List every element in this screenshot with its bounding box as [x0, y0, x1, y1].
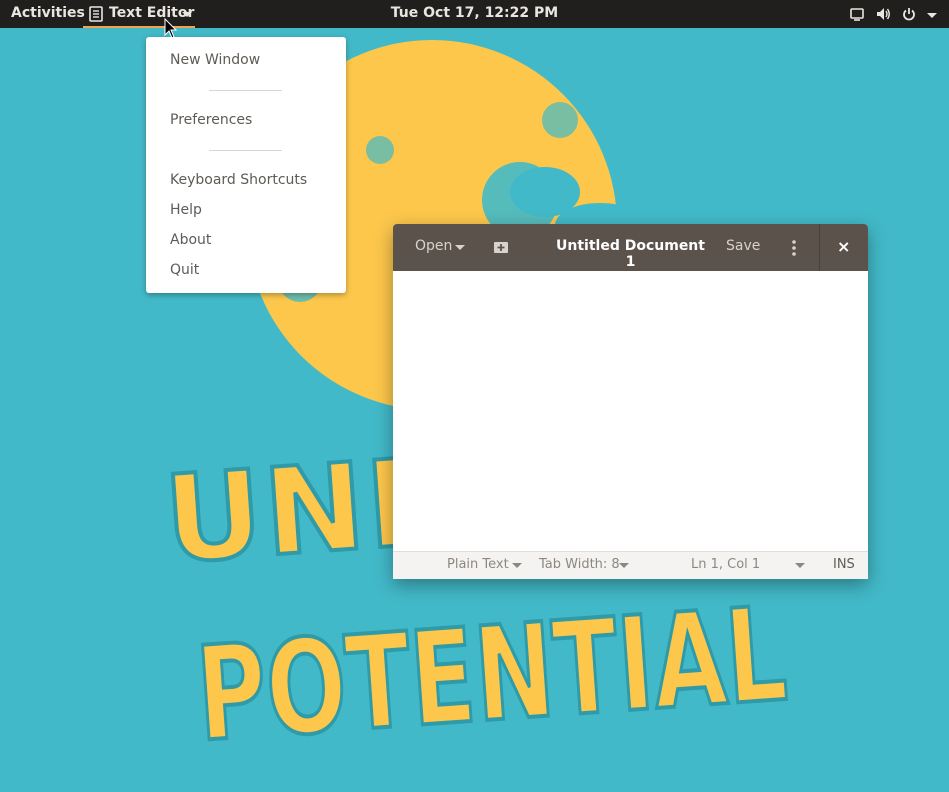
- more-options-icon[interactable]: [791, 239, 797, 261]
- chevron-down-icon[interactable]: [619, 563, 629, 568]
- display-icon[interactable]: [849, 6, 865, 22]
- clock[interactable]: Tue Oct 17, 12:22 PM: [0, 5, 949, 21]
- status-bar: Plain Text Tab Width: 8 Ln 1, Col 1 INS: [393, 551, 868, 579]
- chevron-down-icon[interactable]: [927, 6, 937, 22]
- menu-separator: [209, 150, 282, 151]
- insert-mode-indicator: INS: [833, 557, 855, 572]
- new-document-icon[interactable]: [493, 240, 509, 258]
- menu-item-preferences[interactable]: Preferences: [170, 109, 252, 131]
- header-separator: [819, 224, 820, 271]
- save-button[interactable]: Save: [726, 238, 760, 254]
- menu-separator: [209, 90, 282, 91]
- open-chevron-down-icon[interactable]: [455, 245, 465, 250]
- menu-item-new-window[interactable]: New Window: [170, 49, 260, 71]
- cursor-position[interactable]: Ln 1, Col 1: [691, 557, 760, 572]
- volume-icon[interactable]: [875, 6, 891, 22]
- text-area[interactable]: [393, 271, 868, 551]
- chevron-down-icon[interactable]: [795, 563, 805, 568]
- chevron-down-icon[interactable]: [512, 563, 522, 568]
- close-icon[interactable]: ×: [837, 238, 850, 256]
- header-bar: Open Untitled Document 1 Save ×: [393, 224, 868, 271]
- text-editor-window: Open Untitled Document 1 Save × Plain Te…: [393, 224, 868, 579]
- wallpaper-text-line2: POTENTIAL: [192, 578, 791, 771]
- top-bar: Activities Text Editor Tue Oct 17, 12:22…: [0, 0, 949, 28]
- document-title: Untitled Document 1: [556, 238, 705, 270]
- app-menu-popup: New Window Preferences Keyboard Shortcut…: [146, 37, 346, 293]
- open-button[interactable]: Open: [415, 238, 452, 254]
- power-icon[interactable]: [901, 6, 917, 22]
- tab-width-selector[interactable]: Tab Width: 8: [539, 557, 620, 572]
- language-selector[interactable]: Plain Text: [447, 557, 509, 572]
- system-tray[interactable]: [849, 6, 937, 22]
- menu-item-keyboard-shortcuts[interactable]: Keyboard Shortcuts: [170, 169, 307, 191]
- menu-item-quit[interactable]: Quit: [170, 259, 199, 281]
- menu-item-about[interactable]: About: [170, 229, 211, 251]
- mouse-pointer-icon: [164, 17, 178, 44]
- menu-item-help[interactable]: Help: [170, 199, 202, 221]
